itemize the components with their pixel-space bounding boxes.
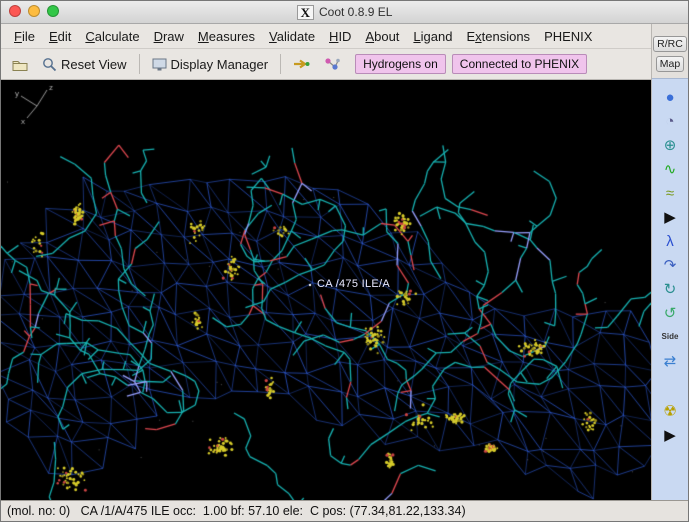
atom-label: CA /475 ILE/A	[317, 278, 390, 290]
menu-ligand[interactable]: Ligand	[406, 27, 459, 46]
expand-tools-icon[interactable]: ▶	[657, 205, 683, 229]
display-manager-icon	[152, 58, 167, 70]
chi-angles-icon[interactable]: λ	[657, 229, 683, 253]
atom-icon	[325, 58, 340, 70]
graphics-viewport: CA /475 ILE/A	[1, 80, 651, 500]
menu-bar: File Edit Calculate Draw Measures Valida…	[1, 24, 651, 49]
magnifier-icon	[43, 57, 57, 71]
zoom-button[interactable]	[47, 5, 59, 17]
menu-about[interactable]: About	[358, 27, 406, 46]
more-tools-icon[interactable]: ▶	[657, 423, 683, 447]
reset-view-label: Reset View	[61, 56, 127, 72]
toolbar-separator	[138, 54, 140, 74]
rotamer-dots-icon[interactable]: ☢	[657, 399, 683, 423]
x11-icon: X	[296, 4, 314, 20]
menu-measures[interactable]: Measures	[191, 27, 262, 46]
phenix-connection-badge[interactable]: Connected to PHENIX	[451, 54, 588, 74]
open-coordinates-button[interactable]	[7, 56, 33, 73]
minimize-button[interactable]	[28, 5, 40, 17]
coot-window: X Coot 0.8.9 EL File Edit Calculate Draw…	[0, 0, 689, 522]
flip-peptide-icon[interactable]: ↺	[657, 301, 683, 325]
swap-conformer-icon[interactable]: ⇄	[657, 349, 683, 373]
display-manager-label: Display Manager	[170, 56, 269, 72]
menu-file[interactable]: File	[7, 27, 42, 46]
menu-validate[interactable]: Validate	[262, 27, 322, 46]
menu-phenix[interactable]: PHENIX	[537, 27, 599, 46]
hydrogens-toggle-badge[interactable]: Hydrogens on	[355, 54, 446, 74]
menu-draw[interactable]: Draw	[147, 27, 191, 46]
window-title: X Coot 0.8.9 EL	[296, 4, 393, 20]
status-bar: (mol. no: 0) CA /1/A/475 ILE occ: 1.00 b…	[1, 500, 688, 521]
status-badges: Hydrogens on Connected to PHENIX	[355, 54, 588, 74]
blue-sphere-icon[interactable]: ●	[657, 85, 683, 109]
go-to-atom-button[interactable]	[288, 56, 315, 72]
dotted-circle-icon[interactable]: ◔	[657, 109, 683, 133]
reset-view-button[interactable]: Reset View	[37, 55, 132, 74]
window-controls	[9, 5, 59, 17]
toolbar-separator	[280, 54, 282, 74]
window-title-text: Coot 0.8.9 EL	[319, 5, 393, 19]
real-space-refine-icon[interactable]: ∿	[657, 157, 683, 181]
title-bar: X Coot 0.8.9 EL	[1, 1, 688, 24]
menu-edit[interactable]: Edit	[42, 27, 78, 46]
move-molecule-icon[interactable]: ⊕	[657, 133, 683, 157]
menu-calculate[interactable]: Calculate	[78, 27, 146, 46]
map-button[interactable]: Map	[655, 56, 685, 72]
main-toolbar: Reset View Display Manager Hydrogens on …	[1, 49, 651, 80]
right-panel: R/RC Map ● ◔ ⊕ ∿ ≈ ▶ λ ↷ ↻ ↺ Side ⇄ ☢ ▶	[651, 24, 688, 500]
rotate-translate-icon[interactable]: ↻	[657, 277, 683, 301]
rrc-button[interactable]: R/RC	[653, 36, 687, 52]
folder-icon	[12, 60, 28, 71]
regularize-icon[interactable]: ≈	[657, 181, 683, 205]
status-text: (mol. no: 0) CA /1/A/475 ILE occ: 1.00 b…	[7, 504, 466, 518]
display-manager-button[interactable]: Display Manager	[147, 55, 274, 74]
menu-extensions[interactable]: Extensions	[459, 27, 537, 46]
go-to-residue-button[interactable]	[319, 55, 345, 73]
menu-hid[interactable]: HID	[322, 27, 358, 46]
close-button[interactable]	[9, 5, 21, 17]
torsion-icon[interactable]: ↷	[657, 253, 683, 277]
arrow-icon	[294, 59, 310, 69]
side-chain-flip-icon[interactable]: Side	[657, 325, 683, 349]
3d-scene-canvas[interactable]	[1, 80, 651, 500]
modelling-toolbar: ● ◔ ⊕ ∿ ≈ ▶ λ ↷ ↻ ↺ Side ⇄ ☢ ▶	[652, 78, 688, 500]
